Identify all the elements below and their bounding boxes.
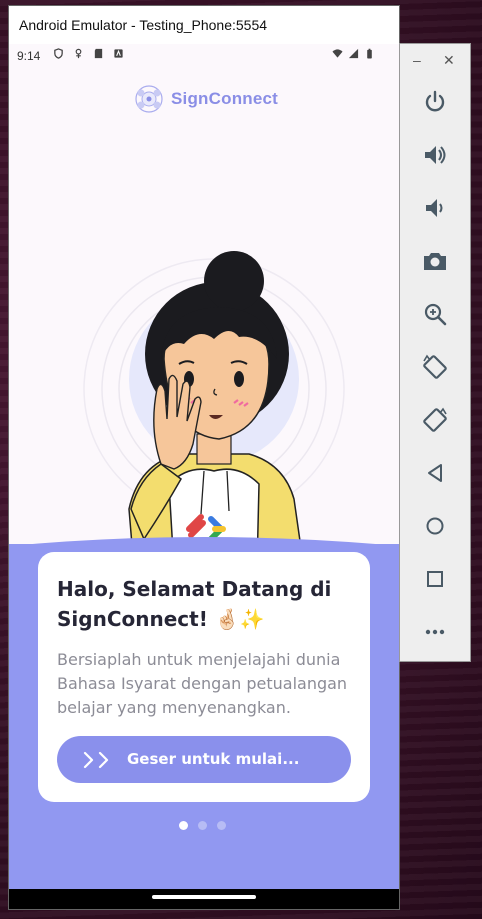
status-time: 9:14 <box>17 49 41 63</box>
rotate-left-button[interactable] <box>421 353 449 381</box>
welcome-card: Halo, Selamat Datang di SignConnect! 🤞🏻✨… <box>38 552 370 802</box>
welcome-girl-illustration <box>83 251 345 569</box>
zoom-button[interactable] <box>421 300 449 328</box>
volume-up-icon <box>425 146 446 164</box>
status-icons-left <box>53 48 124 59</box>
page-dot-2[interactable] <box>198 821 207 830</box>
screenshot-button[interactable] <box>421 247 449 275</box>
status-bar: 9:14 <box>9 44 399 70</box>
sd-card-icon <box>94 48 103 59</box>
welcome-description: Bersiaplah untuk menjelajahi dunia Bahas… <box>57 650 348 717</box>
page-dot-3[interactable] <box>217 821 226 830</box>
welcome-title-line1: Halo, Selamat Datang di <box>57 577 332 601</box>
usb-debug-icon <box>75 48 82 59</box>
app-notification-icon <box>114 49 123 58</box>
app-logo: SignConnect <box>133 84 278 114</box>
camera-icon <box>424 253 446 270</box>
toolbar-window-controls: – ✕ <box>400 52 470 72</box>
wifi-icon <box>332 49 343 58</box>
swipe-label: Geser untuk mulai... <box>127 750 300 768</box>
swipe-to-start-button[interactable]: Geser untuk mulai... <box>57 736 351 783</box>
more-icon <box>425 629 445 635</box>
power-button[interactable] <box>421 88 449 116</box>
emulator-toolbar: – ✕ <box>400 44 470 661</box>
home-gesture-handle[interactable] <box>152 895 256 899</box>
close-button[interactable]: ✕ <box>443 52 455 69</box>
page-indicator <box>179 821 226 830</box>
app-name: SignConnect <box>171 89 279 108</box>
rotate-left-icon <box>423 354 447 379</box>
page-dot-1[interactable] <box>179 821 188 830</box>
rotate-right-button[interactable] <box>421 406 449 434</box>
zoom-icon <box>424 303 447 326</box>
signconnect-logo-icon <box>135 85 163 113</box>
welcome-title-line2: SignConnect! 🤞🏻✨ <box>57 607 265 631</box>
double-chevron-right-icon <box>83 751 109 769</box>
emulator-window: Android Emulator - Testing_Phone:5554 9:… <box>9 6 399 909</box>
volume-down-icon <box>426 199 443 217</box>
gesture-nav-bar <box>9 889 399 909</box>
welcome-title: Halo, Selamat Datang di SignConnect! 🤞🏻✨ <box>57 574 357 634</box>
rotate-right-icon <box>423 407 447 432</box>
minimize-button[interactable]: – <box>413 52 421 68</box>
shield-icon <box>54 48 63 59</box>
overview-icon <box>427 571 443 587</box>
battery-icon <box>367 48 372 59</box>
phone-screen: 9:14 SignConnect Halo, Selamat Datang di… <box>9 44 399 909</box>
window-titlebar[interactable]: Android Emulator - Testing_Phone:5554 <box>9 6 399 44</box>
signal-icon <box>348 48 359 59</box>
more-button[interactable] <box>421 618 449 646</box>
status-icons-right <box>332 48 375 59</box>
window-title: Android Emulator - Testing_Phone:5554 <box>19 17 268 33</box>
back-icon <box>428 464 442 482</box>
home-button[interactable] <box>421 512 449 540</box>
volume-down-button[interactable] <box>421 194 449 222</box>
overview-button[interactable] <box>421 565 449 593</box>
back-button[interactable] <box>421 459 449 487</box>
power-icon <box>425 90 445 112</box>
volume-up-button[interactable] <box>421 141 449 169</box>
home-icon <box>426 517 444 535</box>
